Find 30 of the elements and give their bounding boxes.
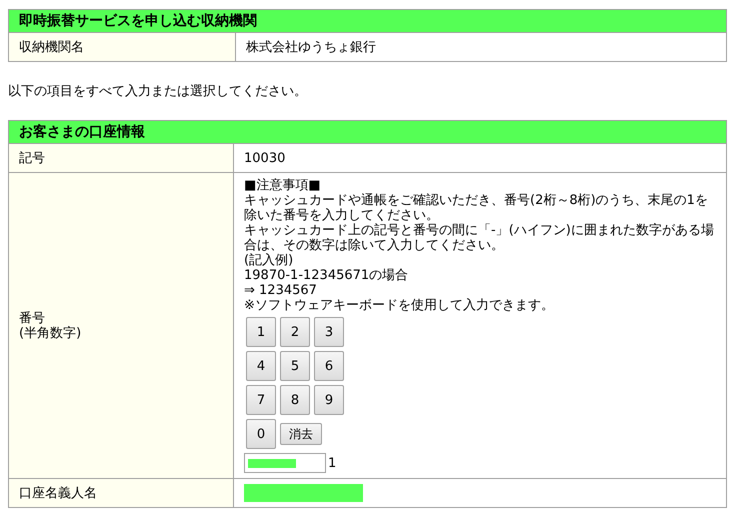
check-digit: 1 [328, 456, 336, 470]
note-text: キャッシュカード上の記号と番号の間に「-」(ハイフン)に囲まれた数字がある場合は、その数字は除いて入力してください。 [244, 223, 715, 253]
clear-button[interactable]: 消去 [280, 423, 322, 445]
note-text: ■注意事項■ [244, 178, 322, 193]
field-label: 収納機関名 [8, 32, 236, 62]
keypad-key[interactable]: 8 [280, 385, 310, 415]
keypad-key[interactable]: 0 [246, 419, 276, 449]
keypad-key[interactable]: 4 [246, 351, 276, 381]
note-text: 19870-1-12345671の場合 [244, 268, 410, 283]
field-label: 番号 [19, 310, 46, 326]
note-text: ⇒ 1234567 [244, 283, 318, 298]
field-value: 10030 [234, 144, 726, 172]
keypad-key[interactable]: 5 [280, 351, 310, 381]
instruction-text: 以下の項目をすべて入力または選択してください。 [8, 83, 308, 100]
keypad-key[interactable]: 9 [314, 385, 344, 415]
field-value: 株式会社ゆうちょ銀行 [236, 32, 726, 62]
field-label: 記号 [8, 144, 234, 172]
number-input-field[interactable] [244, 453, 326, 473]
keypad-key[interactable]: 1 [246, 317, 276, 347]
keypad-key[interactable]: 2 [280, 317, 310, 347]
section-header: 即時振替サービスを申し込む収納機関 [8, 10, 726, 32]
note-text: キャッシュカードや通帳をご確認いただき、番号(2桁～8桁)のうち、末尾の1を除いた番号を入力してください。 [244, 193, 709, 223]
keypad-key[interactable]: 7 [246, 385, 276, 415]
section-header: お客さまの口座情報 [8, 120, 726, 144]
keypad-key[interactable]: 6 [314, 351, 344, 381]
field-label: 口座名義人名 [8, 478, 234, 508]
note-text: (記入例) [244, 253, 294, 268]
note-text: ※ソフトウェアキーボードを使用して入力できます。 [244, 298, 555, 313]
field-hint: (半角数字) [19, 326, 82, 340]
keypad-key[interactable]: 3 [314, 317, 344, 347]
